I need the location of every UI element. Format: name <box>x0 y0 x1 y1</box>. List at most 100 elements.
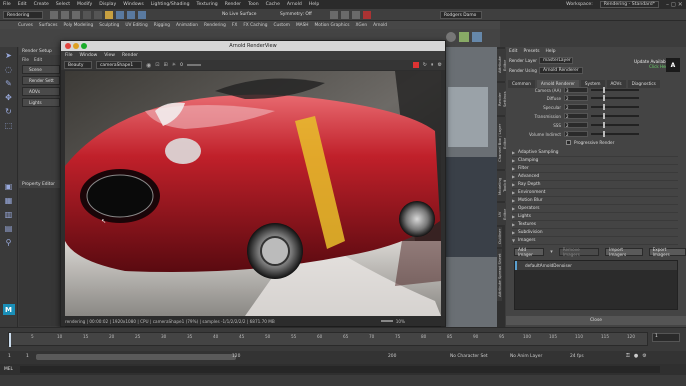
arnold-renderview-icon[interactable] <box>363 11 371 19</box>
open-scene-icon[interactable] <box>61 11 69 19</box>
current-time-indicator[interactable] <box>9 333 11 347</box>
timeline[interactable]: 5 10 15 20 25 30 35 40 45 50 55 60 65 70… <box>0 327 686 351</box>
attr-menu-presets[interactable]: Presets <box>524 49 540 54</box>
field-camera-aa-value[interactable]: 3 <box>564 87 588 93</box>
close-button-icon[interactable] <box>65 43 71 49</box>
paint-tool-icon[interactable]: ✎ <box>3 78 15 89</box>
menu-select[interactable]: Select <box>56 2 70 7</box>
side-tab-outliner[interactable]: Outliner <box>497 227 502 247</box>
field-transmission-value[interactable]: 2 <box>564 113 588 119</box>
field-diffuse-value[interactable]: 2 <box>564 95 588 101</box>
layout-side-icon[interactable]: ▥ <box>3 209 15 220</box>
menu-help[interactable]: Help <box>309 2 319 7</box>
range-start-inner-field[interactable]: 1 <box>26 354 29 359</box>
mode-select[interactable]: Rendering <box>3 11 43 19</box>
shelf-tab-surfaces[interactable]: Surfaces <box>39 23 58 28</box>
field-sss-knob[interactable] <box>603 122 605 128</box>
menu-windows[interactable]: Windows <box>123 2 144 7</box>
attr-menu-edit[interactable]: Edit <box>509 49 518 54</box>
zoom-control[interactable]: 10% <box>380 319 405 324</box>
rotate-tool-icon[interactable]: ↻ <box>3 106 15 117</box>
pause-render-icon[interactable]: ⏸ <box>431 62 434 68</box>
shelf-tab-curves[interactable]: Curves <box>18 23 33 28</box>
user-account[interactable]: Rodgers Damo <box>440 11 482 19</box>
render-settings-icon[interactable] <box>352 11 360 19</box>
render-image[interactable]: ↖ <box>65 71 441 353</box>
window-controls-icon[interactable]: – ◻ ✕ <box>666 1 686 8</box>
field-diffuse-slider[interactable] <box>591 95 639 101</box>
mel-label[interactable]: MEL <box>4 367 13 372</box>
ipr-icon[interactable] <box>341 11 349 19</box>
section-clamping[interactable]: ▶ Clamping <box>512 157 678 165</box>
new-scene-icon[interactable] <box>50 11 58 19</box>
section-subdivision[interactable]: ▶ Subdivision <box>512 229 678 237</box>
workspace-select[interactable]: Rendering - Standard* <box>599 1 659 8</box>
field-diffuse-knob[interactable] <box>603 95 605 101</box>
snap-point-icon[interactable] <box>138 11 146 19</box>
save-scene-icon[interactable] <box>72 11 80 19</box>
shelf-tab-mash[interactable]: MASH <box>296 23 309 28</box>
viewport[interactable] <box>440 47 500 327</box>
close-button[interactable]: Close <box>506 316 686 325</box>
maximize-button-icon[interactable] <box>81 43 87 49</box>
field-volume-indirect-knob[interactable] <box>603 131 605 137</box>
rv-menu-view[interactable]: View <box>104 53 115 58</box>
exposure-value[interactable]: 0 <box>180 63 183 68</box>
render-using-select[interactable]: Arnold Renderer <box>539 67 583 74</box>
rs-item-aovs[interactable]: AOVs <box>22 87 60 96</box>
shelf-tab-uv-editing[interactable]: UV Editing <box>125 23 147 28</box>
select-tool-icon[interactable]: ➤ <box>3 50 15 61</box>
section-textures[interactable]: ▶ Textures <box>512 221 678 229</box>
menu-display[interactable]: Display <box>99 2 116 7</box>
import-imagers-button[interactable]: Import Imagers <box>605 247 643 257</box>
menu-modify[interactable]: Modify <box>77 2 92 7</box>
search-icon[interactable]: ⚲ <box>3 237 15 248</box>
rs-item-scene[interactable]: Scene <box>22 65 60 74</box>
range-end-field[interactable]: 200 <box>388 354 396 359</box>
menu-lighting-shading[interactable]: Lighting/Shading <box>151 2 190 7</box>
field-transmission-slider[interactable] <box>591 113 639 119</box>
range-slider[interactable] <box>36 354 236 360</box>
field-sss-value[interactable]: 2 <box>564 122 588 128</box>
remove-imagers-button[interactable]: Remove Imagers <box>558 247 600 257</box>
move-tool-icon[interactable]: ✥ <box>3 92 15 103</box>
rs-item-render-settings[interactable]: Render Sett <box>22 76 60 85</box>
side-tab-attribute-spreadsheet[interactable]: Attribute Spread Sheet <box>497 249 502 301</box>
undo-icon[interactable] <box>83 11 91 19</box>
aov-select[interactable]: Beauty <box>64 61 92 69</box>
range-end-inner-field[interactable]: 120 <box>232 354 240 359</box>
field-specular-slider[interactable] <box>591 104 639 110</box>
field-volume-indirect-slider[interactable] <box>591 131 639 137</box>
key-icon[interactable]: ⚿ <box>626 353 630 359</box>
menu-file[interactable]: File <box>3 2 11 7</box>
exposure-icon[interactable]: ☀ <box>172 62 176 68</box>
section-lights[interactable]: ▶ Lights <box>512 213 678 221</box>
render-icon[interactable] <box>330 11 338 19</box>
lasso-tool-icon[interactable]: ◌ <box>3 64 15 75</box>
range-start-field[interactable]: 1 <box>8 354 11 359</box>
redo-icon[interactable] <box>94 11 102 19</box>
minimize-button-icon[interactable] <box>73 43 79 49</box>
snap-curve-icon[interactable] <box>127 11 135 19</box>
field-sss-slider[interactable] <box>591 122 639 128</box>
fps-select[interactable]: 24 fps <box>570 354 584 359</box>
section-operators[interactable]: ▶ Operators <box>512 205 678 213</box>
shelf-tab-motion-graphics[interactable]: Motion Graphics <box>315 23 350 28</box>
menu-arnold[interactable]: Arnold <box>287 2 302 7</box>
light-icon[interactable] <box>459 32 469 42</box>
export-imagers-button[interactable]: Export Imagers <box>648 247 686 257</box>
current-frame-field[interactable]: 1 <box>652 333 680 342</box>
stop-render-icon[interactable] <box>412 62 419 68</box>
character-set-select[interactable]: No Character Set <box>450 354 488 359</box>
material-icon[interactable] <box>472 32 482 42</box>
layout-single-icon[interactable]: ▣ <box>3 181 15 192</box>
channels-icon[interactable]: ◉ <box>146 62 151 69</box>
exposure-slider[interactable] <box>186 64 201 66</box>
field-transmission-knob[interactable] <box>603 113 605 119</box>
shelf-tab-fx-caching[interactable]: FX Caching <box>243 23 267 28</box>
render-layer-select[interactable]: masterLayer <box>539 57 573 64</box>
menu-edit[interactable]: Edit <box>18 2 27 7</box>
imager-list-item[interactable]: defaultArnoldDenoiser <box>515 261 677 270</box>
rv-menu-file[interactable]: File <box>65 53 73 58</box>
add-imager-dropdown-icon[interactable]: ▾ <box>550 249 553 255</box>
